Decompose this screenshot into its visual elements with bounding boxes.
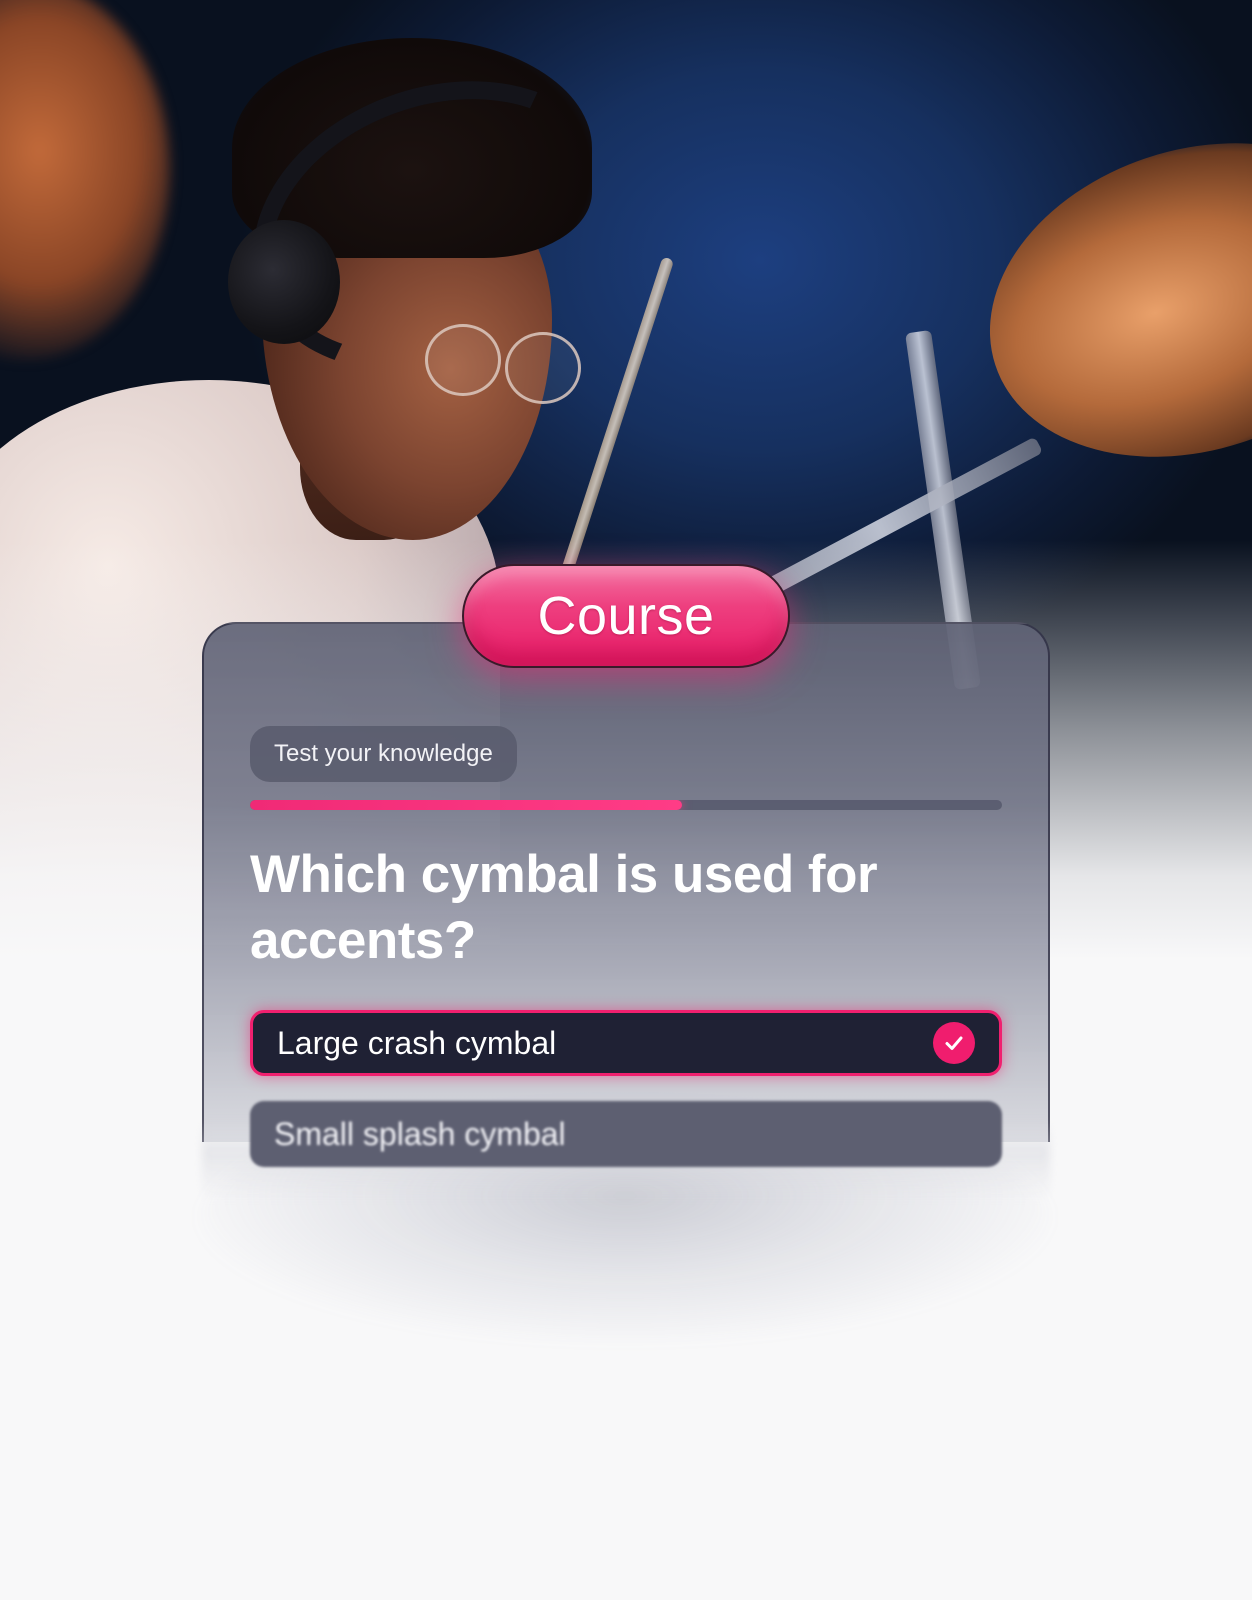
section-chip: Test your knowledge — [250, 726, 517, 782]
answer-option-selected[interactable]: Large crash cymbal — [250, 1010, 1002, 1076]
progress-bar-fill — [250, 800, 683, 810]
answer-option-label: Large crash cymbal — [277, 1024, 557, 1061]
glasses — [425, 318, 581, 408]
progress-bar — [250, 800, 1002, 810]
headphone-cup — [228, 220, 340, 344]
course-badge: Course — [462, 564, 790, 668]
answer-option-label: Small splash cymbal — [274, 1115, 566, 1152]
check-icon — [933, 1022, 975, 1064]
answer-option[interactable]: Small splash cymbal — [250, 1101, 1002, 1167]
question-title: Which cymbal is used for accents? — [250, 845, 878, 970]
cymbal-image — [948, 92, 1252, 508]
